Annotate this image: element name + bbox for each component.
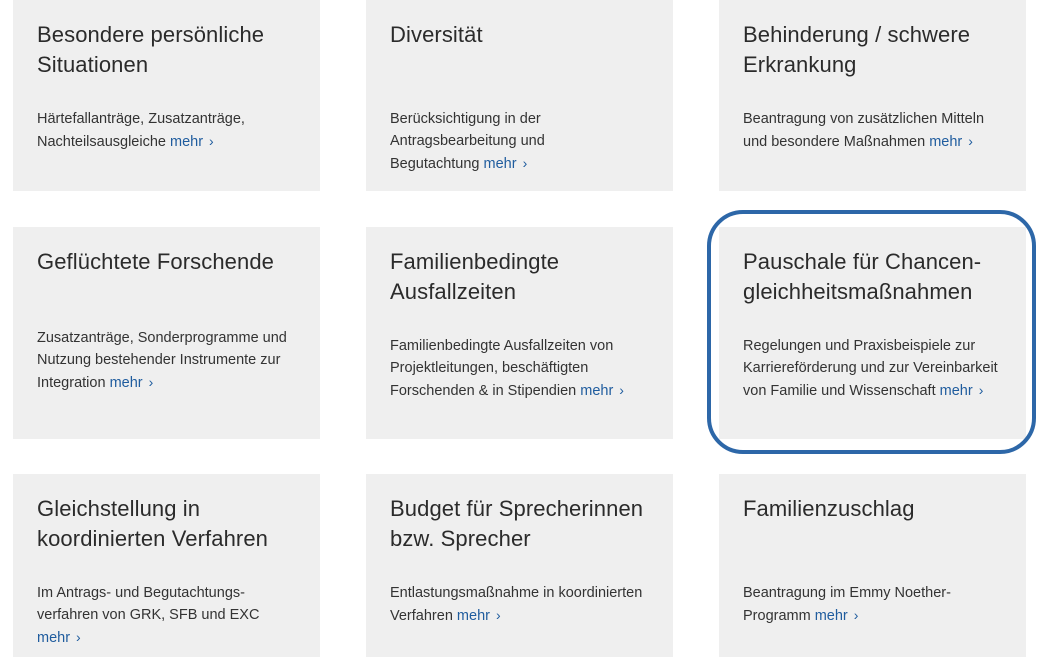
more-link[interactable]: mehr ›	[110, 374, 154, 391]
more-label[interactable]: mehr	[929, 134, 962, 150]
more-label[interactable]: mehr	[37, 630, 70, 646]
card-title: Familienbedingte Ausfallzeiten	[390, 249, 560, 304]
card-description: Beantragung von zusätzlichen Mitteln und…	[743, 108, 1002, 153]
card-behinderung-schwere-erkrankung: Behinderung / schwere Erkrankung Beantra…	[719, 0, 1026, 191]
card-title: Familienzuschlag	[743, 496, 915, 521]
card-description: Im Antrags- und Begutachtungs-verfahren …	[37, 582, 287, 649]
more-label[interactable]: mehr	[170, 134, 203, 150]
chevron-right-icon: ›	[853, 607, 859, 623]
card-description-text: Im Antrags- und Begutachtungs-verfahren …	[37, 585, 260, 623]
card-description: Berücksichtigung in der Antragsbearbeitu…	[390, 108, 590, 175]
card-title: Budget für Sprecherinnen bzw. Sprecher	[390, 496, 644, 551]
chevron-right-icon: ›	[522, 155, 528, 171]
more-label[interactable]: mehr	[580, 383, 613, 399]
more-label[interactable]: mehr	[940, 383, 973, 399]
chevron-right-icon: ›	[968, 133, 973, 149]
card-title: Gleichstellung in koordinierten Verfahre…	[37, 496, 269, 551]
card-title: Behinderung / schwere Erkrankung	[743, 22, 971, 77]
card-gefluechtete-forschende: Geflüchtete Forschende Zusatzanträge, So…	[13, 227, 320, 439]
card-description-text: Entlastungsmaßnahme in koordinierten Ver…	[390, 585, 643, 624]
card-description: Zusatzanträge, Sonderprogramme und Nutzu…	[37, 327, 302, 394]
more-label[interactable]: mehr	[110, 375, 143, 391]
more-link[interactable]: mehr ›	[929, 133, 973, 150]
chevron-right-icon: ›	[209, 133, 214, 149]
chevron-right-icon: ›	[978, 382, 984, 398]
more-link[interactable]: mehr ›	[580, 382, 624, 399]
card-besondere-persoenliche-situationen: Besondere persönliche Situationen Härtef…	[13, 0, 320, 191]
card-title: Besondere persönliche Situationen	[37, 22, 265, 77]
card-description: Härtefallanträge, Zusatzanträge, Nachtei…	[37, 108, 296, 153]
card-budget-sprecherinnen: Budget für Sprecherinnen bzw. Sprecher E…	[366, 474, 673, 657]
chevron-right-icon: ›	[495, 607, 501, 623]
more-link[interactable]: mehr ›	[457, 607, 501, 624]
card-description-text: Zusatzanträge, Sonderprogramme und Nutzu…	[37, 330, 287, 391]
card-pauschale-chancengleichheit: Pauschale für Chancen-gleichheitsmaßnahm…	[719, 227, 1026, 439]
chevron-right-icon: ›	[148, 374, 154, 390]
card-title: Geflüchtete Forschende	[37, 249, 275, 274]
more-label[interactable]: mehr	[484, 156, 517, 172]
card-description: Familienbedingte Ausfallzeiten von Proje…	[390, 335, 660, 402]
more-link[interactable]: mehr ›	[940, 382, 984, 399]
card-title: Diversität	[390, 22, 483, 47]
card-familienbedingte-ausfallzeiten: Familienbedingte Ausfallzeiten Familienb…	[366, 227, 673, 439]
more-link[interactable]: mehr ›	[170, 133, 214, 150]
card-title: Pauschale für Chancen-gleichheitsmaßnahm…	[743, 249, 982, 304]
card-familienzuschlag: Familienzuschlag Beantragung im Emmy Noe…	[719, 474, 1026, 657]
more-link[interactable]: mehr ›	[37, 629, 81, 646]
more-link[interactable]: mehr ›	[484, 155, 528, 172]
more-link[interactable]: mehr ›	[815, 607, 859, 624]
card-description: Regelungen und Praxisbeispiele zur Karri…	[743, 335, 1018, 402]
more-label[interactable]: mehr	[815, 608, 848, 624]
more-label[interactable]: mehr	[457, 608, 490, 624]
card-gleichstellung-koordinierte-verfahren: Gleichstellung in koordinierten Verfahre…	[13, 474, 320, 657]
card-description: Entlastungsmaßnahme in koordinierten Ver…	[390, 582, 660, 627]
card-diversitaet: Diversität Berücksichtigung in der Antra…	[366, 0, 673, 191]
chevron-right-icon: ›	[76, 629, 81, 645]
card-description: Beantragung im Emmy Noether-Programm meh…	[743, 582, 993, 627]
chevron-right-icon: ›	[619, 382, 624, 398]
